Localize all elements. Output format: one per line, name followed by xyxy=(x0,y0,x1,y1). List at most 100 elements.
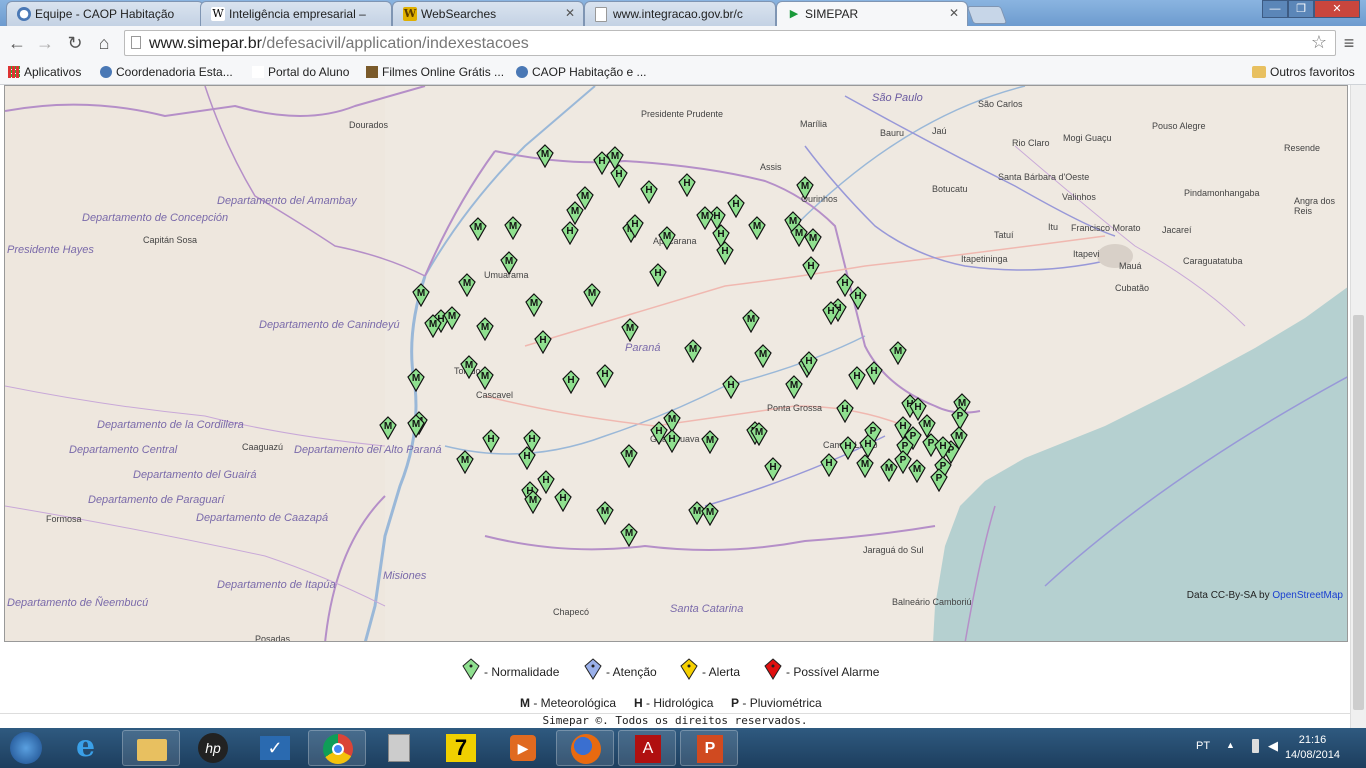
powerpoint-icon[interactable]: P xyxy=(680,730,738,766)
scrollbar-thumb[interactable] xyxy=(1353,315,1364,710)
station-marker-m[interactable]: M xyxy=(524,490,542,514)
new-tab-button[interactable] xyxy=(966,6,1008,24)
bookmark-portal-aluno[interactable]: Portal do Aluno xyxy=(252,63,349,81)
station-marker-m[interactable]: M xyxy=(596,501,614,525)
station-marker-h[interactable]: H xyxy=(562,370,580,394)
station-marker-h[interactable]: H xyxy=(534,330,552,354)
station-marker-h[interactable]: H xyxy=(802,256,820,280)
tab-equipe-caop[interactable]: ● Equipe - CAOP Habitação xyxy=(6,1,204,26)
station-marker-m[interactable]: M xyxy=(620,444,638,468)
tab-simepar[interactable]: ▶ SIMEPAR ✕ xyxy=(776,1,968,26)
station-marker-m[interactable]: M xyxy=(456,450,474,474)
vertical-scrollbar[interactable] xyxy=(1350,85,1366,729)
station-marker-m[interactable]: M xyxy=(658,226,676,250)
station-marker-m[interactable]: M xyxy=(880,458,898,482)
station-marker-h[interactable]: H xyxy=(482,429,500,453)
station-marker-m[interactable]: M xyxy=(748,216,766,240)
station-marker-m[interactable]: M xyxy=(412,283,430,307)
internet-explorer-icon[interactable]: e xyxy=(62,730,120,766)
station-marker-h[interactable]: H xyxy=(554,488,572,512)
station-marker-m[interactable]: M xyxy=(469,217,487,241)
station-marker-h[interactable]: H xyxy=(663,429,681,453)
station-marker-h[interactable]: H xyxy=(596,364,614,388)
language-indicator[interactable]: PT xyxy=(1196,740,1210,752)
battery-icon[interactable] xyxy=(1252,739,1259,753)
system-clock[interactable]: 21:16 14/08/2014 xyxy=(1285,733,1340,763)
maximize-button[interactable]: ❐ xyxy=(1288,0,1314,18)
seven-icon[interactable]: 7 xyxy=(432,730,490,766)
station-marker-h[interactable]: H xyxy=(836,399,854,423)
reload-icon[interactable]: ↻ xyxy=(64,32,86,54)
other-bookmarks[interactable]: Outros favoritos xyxy=(1252,63,1355,81)
close-window-button[interactable]: ✕ xyxy=(1314,0,1360,18)
station-marker-m[interactable]: M xyxy=(804,228,822,252)
station-marker-m[interactable]: M xyxy=(742,309,760,333)
station-marker-p[interactable]: P xyxy=(930,468,948,492)
station-marker-m[interactable]: M xyxy=(785,375,803,399)
chrome-icon[interactable] xyxy=(308,730,366,766)
openstreetmap-link[interactable]: OpenStreetMap xyxy=(1272,590,1343,601)
bookmark-caop[interactable]: CAOP Habitação e ... xyxy=(516,63,647,81)
station-marker-h[interactable]: H xyxy=(649,263,667,287)
station-marker-h[interactable]: H xyxy=(561,221,579,245)
station-marker-h[interactable]: H xyxy=(764,457,782,481)
minimize-button[interactable]: — xyxy=(1262,0,1288,18)
close-tab-icon[interactable]: ✕ xyxy=(949,6,959,20)
station-marker-h[interactable]: H xyxy=(626,214,644,238)
station-marker-m[interactable]: M xyxy=(621,318,639,342)
station-marker-m[interactable]: M xyxy=(476,317,494,341)
stations-map[interactable]: São Paulo São Carlos Dourados Presidente… xyxy=(4,85,1348,642)
station-marker-h[interactable]: H xyxy=(848,366,866,390)
station-marker-m[interactable]: M xyxy=(500,251,518,275)
station-marker-m[interactable]: M xyxy=(684,339,702,363)
close-tab-icon[interactable]: ✕ xyxy=(565,6,575,20)
station-marker-m[interactable]: M xyxy=(407,414,425,438)
station-marker-h[interactable]: H xyxy=(518,446,536,470)
station-marker-h[interactable]: H xyxy=(865,361,883,385)
station-marker-h[interactable]: H xyxy=(640,180,658,204)
station-marker-m[interactable]: M xyxy=(701,502,719,526)
station-marker-h[interactable]: H xyxy=(610,164,628,188)
station-marker-h[interactable]: H xyxy=(822,301,840,325)
station-marker-m[interactable]: M xyxy=(379,416,397,440)
station-marker-m[interactable]: M xyxy=(750,422,768,446)
station-marker-h[interactable]: H xyxy=(839,436,857,460)
tab-inteligencia[interactable]: W Inteligência empresarial – xyxy=(200,1,392,26)
station-marker-m[interactable]: M xyxy=(424,314,442,338)
bookmark-coordenadoria[interactable]: Coordenadoria Esta... xyxy=(100,63,233,81)
station-marker-m[interactable]: M xyxy=(504,216,522,240)
station-marker-h[interactable]: H xyxy=(820,453,838,477)
acrobat-icon[interactable]: A xyxy=(618,730,676,766)
home-icon[interactable]: ⌂ xyxy=(93,32,115,54)
calculator-icon[interactable] xyxy=(370,730,428,766)
menu-icon[interactable]: ≡ xyxy=(1338,32,1360,54)
hp-icon[interactable]: hp xyxy=(184,730,242,766)
station-marker-m[interactable]: M xyxy=(620,523,638,547)
station-marker-h[interactable]: H xyxy=(849,286,867,310)
station-marker-h[interactable]: H xyxy=(727,194,745,218)
bookmark-aplicativos[interactable]: Aplicativos xyxy=(8,63,81,81)
station-marker-m[interactable]: M xyxy=(443,306,461,330)
address-bar[interactable]: www.simepar.br/defesacivil/application/i… xyxy=(124,30,1336,56)
windows-start-icon[interactable] xyxy=(2,730,52,766)
show-hidden-icons-icon[interactable]: ▲ xyxy=(1226,740,1235,750)
back-arrow-icon[interactable]: ← xyxy=(6,32,28,54)
station-marker-m[interactable]: M xyxy=(536,144,554,168)
station-marker-m[interactable]: M xyxy=(950,426,968,450)
station-marker-m[interactable]: M xyxy=(908,459,926,483)
station-marker-m[interactable]: M xyxy=(476,366,494,390)
station-marker-m[interactable]: M xyxy=(525,293,543,317)
station-marker-m[interactable]: M xyxy=(856,454,874,478)
bookmark-filmes[interactable]: Filmes Online Grátis ... xyxy=(366,63,504,81)
station-marker-h[interactable]: H xyxy=(716,241,734,265)
forward-arrow-icon[interactable]: → xyxy=(34,32,56,54)
station-marker-m[interactable]: M xyxy=(583,283,601,307)
station-marker-m[interactable]: M xyxy=(407,368,425,392)
checkmark-app-icon[interactable]: ✓ xyxy=(246,730,304,766)
volume-icon[interactable]: ◀ xyxy=(1268,738,1278,754)
tab-integracao[interactable]: www.integracao.gov.br/c xyxy=(584,1,776,26)
station-marker-h[interactable]: H xyxy=(678,173,696,197)
file-explorer-icon[interactable] xyxy=(122,730,180,766)
star-bookmark-icon[interactable]: ☆ xyxy=(1311,32,1327,53)
station-marker-m[interactable]: M xyxy=(458,273,476,297)
